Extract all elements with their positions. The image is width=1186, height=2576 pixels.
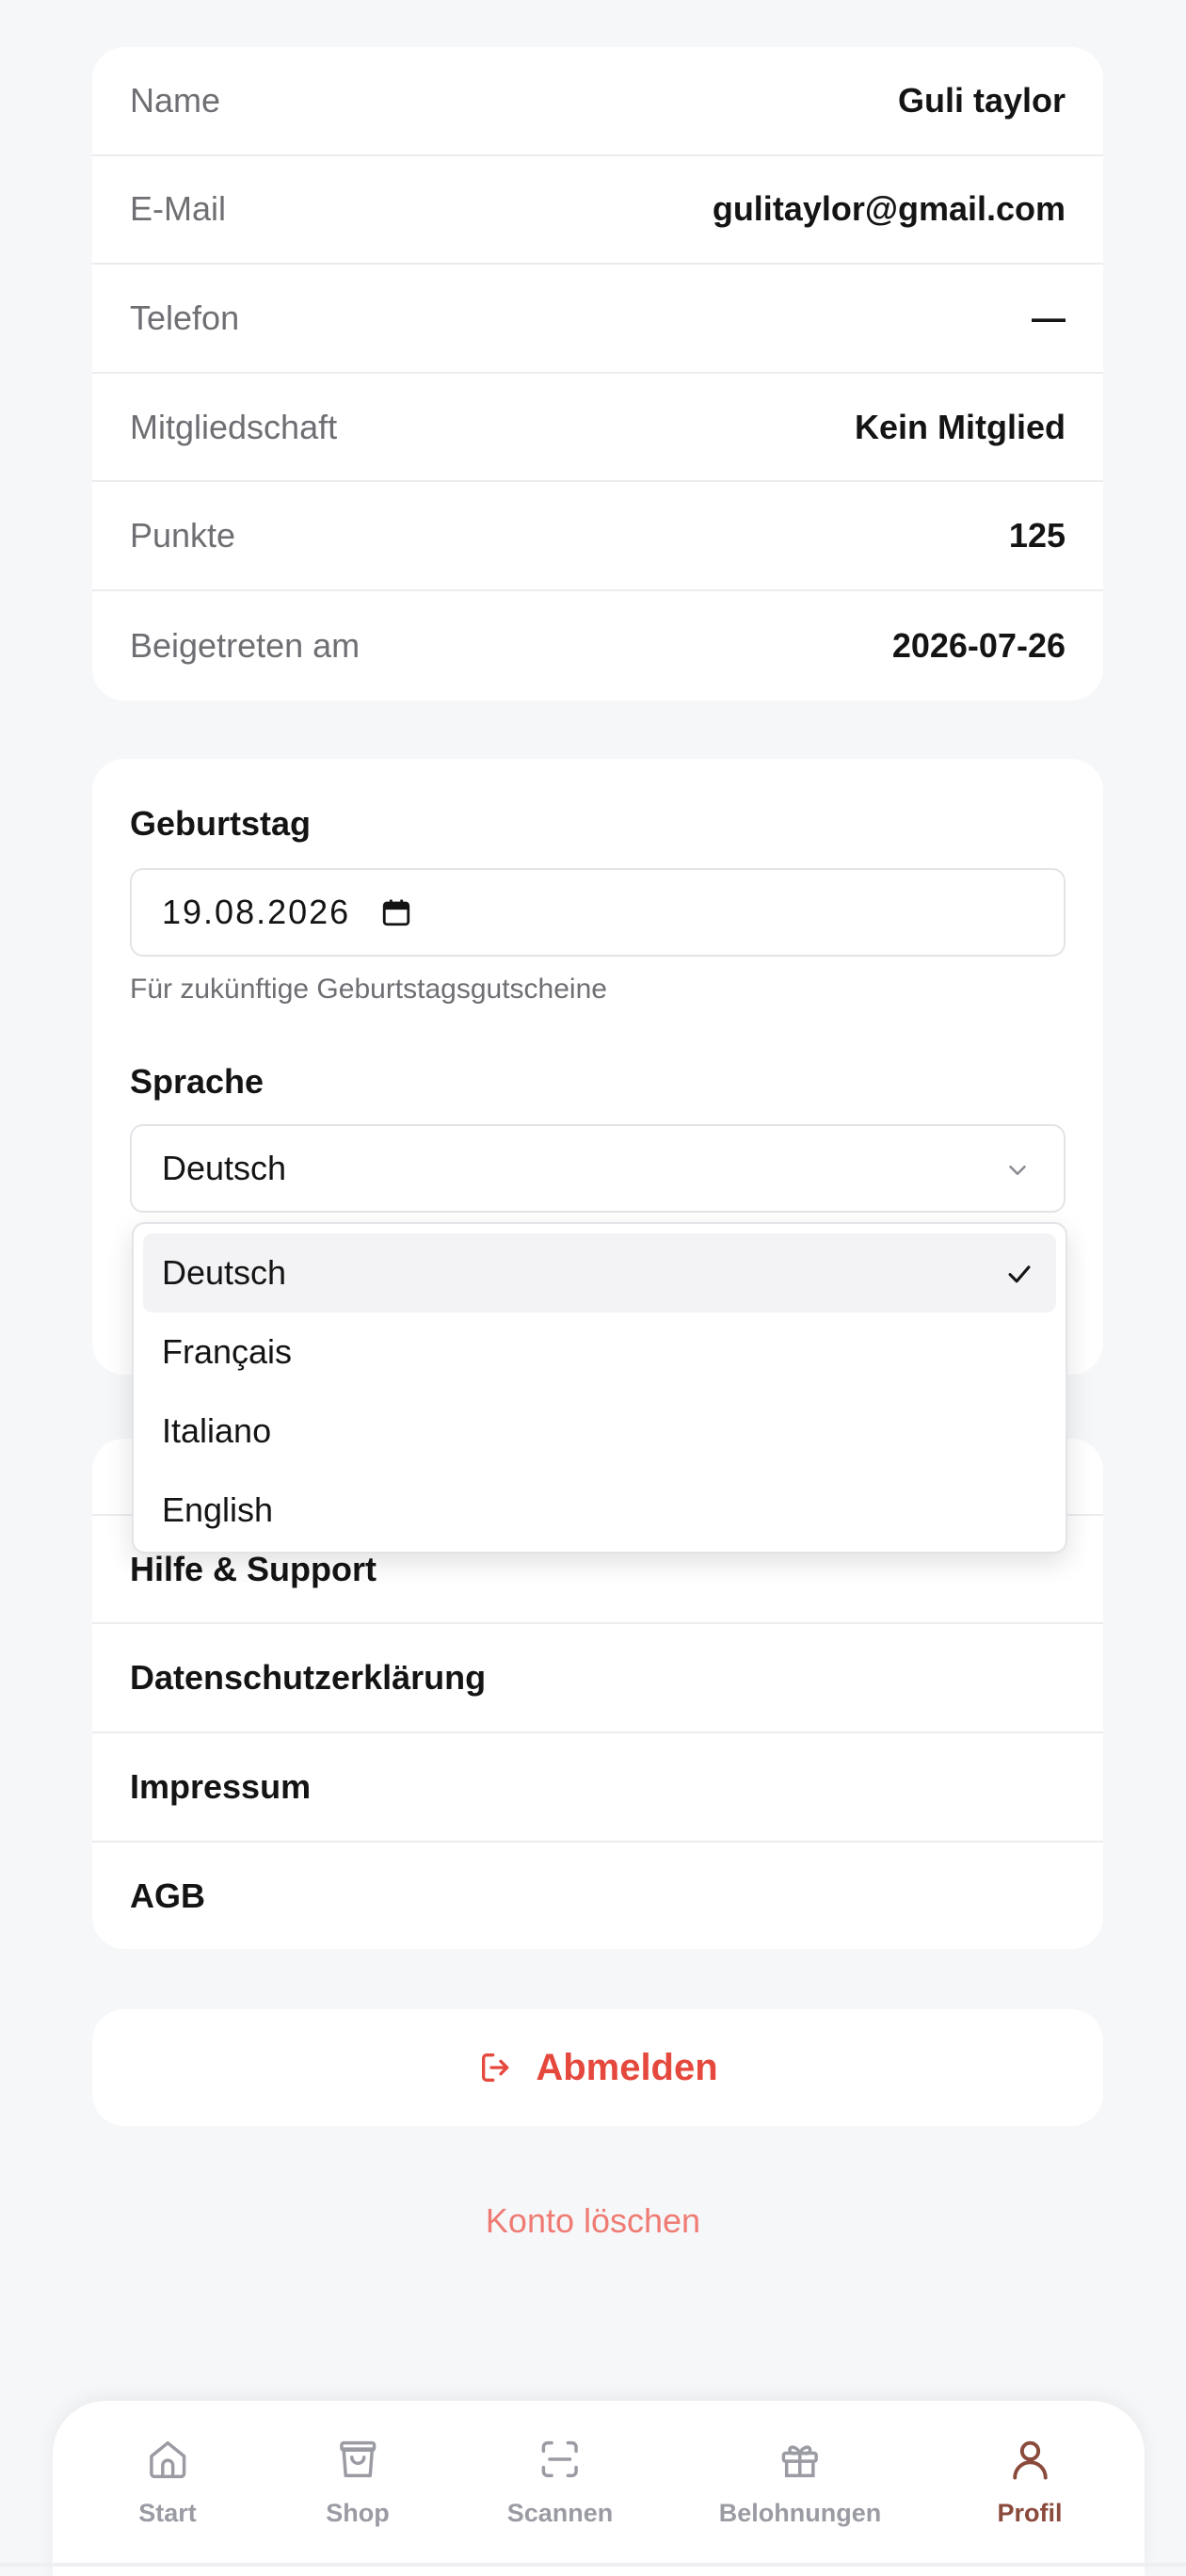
logout-button[interactable]: Abmelden	[92, 2009, 1103, 2126]
info-row-email: E-Mail gulitaylor@gmail.com	[92, 156, 1103, 266]
language-select-value: Deutsch	[162, 1149, 287, 1187]
info-label: Mitgliedschaft	[130, 407, 338, 446]
scan-icon	[541, 2440, 579, 2478]
language-label: Sprache	[130, 1062, 264, 1101]
option-label: English	[162, 1490, 274, 1529]
info-row-phone: Telefon —	[92, 265, 1103, 374]
option-label: Italiano	[162, 1411, 272, 1450]
option-label: Deutsch	[162, 1253, 287, 1292]
birthday-label: Geburtstag	[130, 804, 312, 843]
info-value: 125	[1008, 516, 1066, 555]
chevron-down-icon	[1009, 1166, 1026, 1175]
language-dropdown: Deutsch Français Italiano English	[132, 1222, 1067, 1554]
nav-item-rewards[interactable]: Belohnungen	[719, 2435, 881, 2528]
info-row-name: Name Guli taylor	[92, 47, 1103, 156]
link-privacy-policy[interactable]: Datenschutzerklärung	[92, 1622, 1103, 1731]
option-label: Français	[162, 1332, 293, 1371]
nav-label: Shop	[326, 2499, 390, 2527]
info-value: Guli taylor	[897, 80, 1066, 120]
language-option-italiano[interactable]: Italiano	[143, 1392, 1056, 1471]
info-value: gulitaylor@gmail.com	[712, 189, 1066, 229]
delete-account-link[interactable]: Konto löschen	[0, 2201, 1186, 2241]
info-value: 2026-07-26	[891, 625, 1066, 665]
info-label: Telefon	[130, 298, 240, 337]
info-value: —	[1032, 298, 1066, 337]
nav-label: Belohnungen	[718, 2499, 882, 2527]
info-label: Beigetreten am	[130, 625, 361, 665]
language-option-francais[interactable]: Français	[143, 1312, 1056, 1392]
shopping-bag-icon	[339, 2440, 377, 2478]
language-select[interactable]: Deutsch	[130, 1124, 1066, 1213]
nav-item-shop[interactable]: Shop	[326, 2435, 390, 2528]
nav-item-profile[interactable]: Profil	[997, 2435, 1063, 2528]
birthday-date-value: 19.08.2026	[162, 893, 351, 931]
info-value: Kein Mitglied	[855, 407, 1066, 446]
info-row-membership: Mitgliedschaft Kein Mitglied	[92, 374, 1103, 483]
language-option-english[interactable]: English	[143, 1471, 1056, 1550]
birthday-hint: Für zukünftige Geburtstagsgutscheine	[130, 974, 607, 1005]
nav-item-start[interactable]: Start	[138, 2435, 197, 2528]
home-icon	[149, 2440, 186, 2479]
language-option-deutsch[interactable]: Deutsch	[143, 1233, 1056, 1312]
logout-icon	[482, 2053, 509, 2082]
info-label: Punkte	[130, 516, 236, 555]
birthday-date-input[interactable]: 19.08.2026	[130, 868, 1066, 957]
calendar-icon[interactable]	[380, 896, 412, 928]
logout-content: Abmelden	[477, 2046, 718, 2089]
checkmark-icon	[1008, 1265, 1031, 1283]
nav-label: Start	[138, 2499, 197, 2527]
info-label: E-Mail	[130, 189, 227, 229]
link-terms[interactable]: AGB	[92, 1841, 1103, 1949]
bottom-divider	[0, 2563, 1186, 2567]
info-row-points: Punkte 125	[92, 482, 1103, 591]
logout-label: Abmelden	[536, 2046, 718, 2088]
gift-icon	[781, 2445, 819, 2478]
user-icon	[1012, 2440, 1048, 2480]
info-row-joined: Beigetreten am 2026-07-26	[92, 591, 1103, 700]
info-label: Name	[130, 80, 221, 120]
nav-item-scan[interactable]: Scannen	[506, 2435, 614, 2528]
nav-label: Scannen	[506, 2499, 614, 2527]
profile-info-card: Name Guli taylor E-Mail gulitaylor@gmail…	[92, 47, 1103, 700]
nav-label: Profil	[997, 2499, 1063, 2527]
bottom-navigation: Start Shop Scannen Belohnungen Profil	[53, 2401, 1145, 2576]
link-imprint[interactable]: Impressum	[92, 1731, 1103, 1840]
